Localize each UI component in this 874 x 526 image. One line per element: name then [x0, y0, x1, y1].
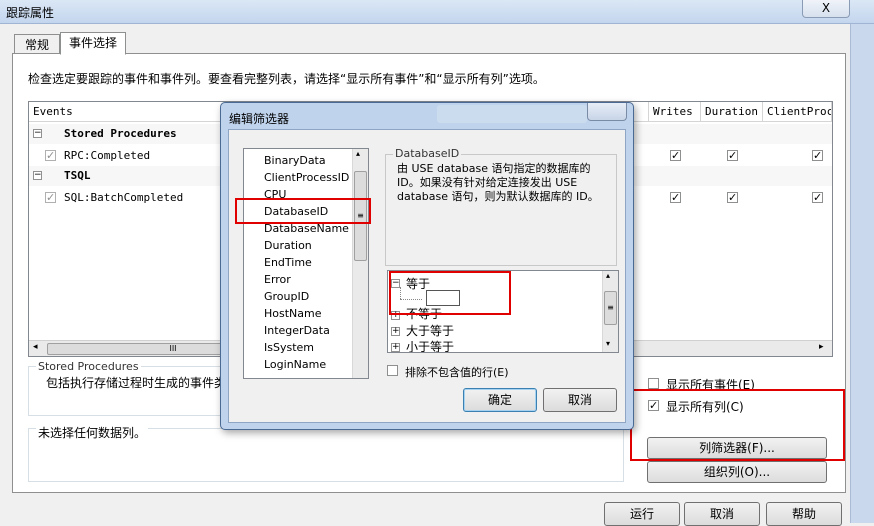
highlight-box-columns: [630, 389, 845, 461]
list-item[interactable]: IntegerData: [264, 324, 330, 337]
dialog-title: 编辑筛选器: [229, 112, 290, 126]
list-item[interactable]: GroupID: [264, 290, 309, 303]
list-item[interactable]: Duration: [264, 239, 312, 252]
column-description-text: 未选择任何数据列。: [36, 424, 149, 441]
expand-icon[interactable]: +: [391, 327, 400, 336]
event-description-text: 包括执行存储过程时生成的事件类: [46, 376, 227, 390]
tree-node-greater-equal[interactable]: 大于等于: [406, 322, 454, 339]
list-item[interactable]: ClientProcessID: [264, 171, 349, 184]
tree-scrollbar[interactable]: ▴ ≡ ▾: [602, 271, 618, 352]
window-frame-right: [850, 24, 874, 523]
scroll-right-icon[interactable]: ▸: [819, 342, 824, 352]
event-checkbox[interactable]: ✓: [45, 150, 56, 161]
help-button[interactable]: 帮助: [766, 502, 842, 526]
event-label: SQL:BatchCompleted: [64, 191, 184, 204]
window-titlebar: 跟踪属性: [0, 0, 874, 24]
list-item[interactable]: LoginName: [264, 358, 326, 371]
scroll-thumb[interactable]: ≡: [604, 291, 617, 325]
scroll-down-icon[interactable]: ▾: [606, 339, 610, 348]
column-checkbox-duration[interactable]: ✓: [727, 192, 738, 203]
event-label: RPC:Completed: [64, 149, 151, 162]
column-checkbox-clientproc[interactable]: ✓: [812, 150, 823, 161]
highlight-box-equals: [389, 271, 511, 315]
list-item[interactable]: HostName: [264, 307, 322, 320]
highlight-box-databaseid: [235, 198, 371, 224]
column-info-title: DatabaseID: [393, 147, 462, 160]
column-header-duration[interactable]: Duration: [701, 102, 763, 122]
close-button[interactable]: X: [802, 0, 850, 18]
exclude-nulls-checkbox[interactable]: [387, 365, 398, 376]
column-checkbox-clientproc[interactable]: ✓: [812, 192, 823, 203]
edit-filter-dialog: 编辑筛选器 BinaryData ClientProcessID CPU Dat…: [220, 102, 634, 430]
cancel-button[interactable]: 取消: [684, 502, 760, 526]
scroll-left-icon[interactable]: ◂: [33, 342, 38, 352]
ok-button[interactable]: 确定: [463, 388, 537, 412]
collapse-icon[interactable]: −: [33, 171, 42, 180]
organize-columns-button[interactable]: 组织列(O)...: [647, 461, 827, 483]
show-all-events-checkbox[interactable]: [648, 378, 659, 389]
column-info-text: 由 USE database 语句指定的数据库的 ID。如果没有针对给定连接发出…: [397, 162, 599, 203]
list-item[interactable]: BinaryData: [264, 154, 326, 167]
expand-icon[interactable]: +: [391, 343, 400, 352]
category-label: TSQL: [64, 169, 91, 182]
collapse-icon[interactable]: −: [33, 129, 42, 138]
column-header-clientproc[interactable]: ClientProc: [763, 102, 832, 122]
page-description: 检查选定要跟踪的事件和事件列。要查看完整列表，请选择“显示所有事件”和“显示所有…: [28, 72, 545, 86]
dialog-close-button[interactable]: [587, 103, 627, 121]
column-checkbox-writes[interactable]: ✓: [670, 192, 681, 203]
scroll-up-icon[interactable]: ▴: [606, 271, 610, 280]
close-icon: X: [821, 1, 831, 15]
tab-event-selection[interactable]: 事件选择: [60, 32, 126, 55]
list-scrollbar[interactable]: ▴ ≡: [352, 149, 368, 378]
exclude-nulls-label: 排除不包含值的行(E): [405, 366, 509, 379]
window-title: 跟踪属性: [6, 6, 55, 20]
tab-general[interactable]: 常规: [14, 34, 60, 54]
titlebar-blur: [437, 105, 587, 123]
column-checkbox-duration[interactable]: ✓: [727, 150, 738, 161]
exclude-nulls-option[interactable]: 排除不包含值的行(E): [387, 363, 587, 379]
list-item[interactable]: IsSystem: [264, 341, 314, 354]
event-description-title: Stored Procedures: [36, 360, 141, 373]
dialog-body: BinaryData ClientProcessID CPU DatabaseI…: [228, 129, 626, 423]
tree-node-less-equal[interactable]: 小于等于: [406, 338, 454, 352]
dialog-cancel-button[interactable]: 取消: [543, 388, 617, 412]
list-item[interactable]: EndTime: [264, 256, 312, 269]
scroll-up-icon[interactable]: ▴: [356, 149, 360, 158]
filter-column-list[interactable]: BinaryData ClientProcessID CPU DatabaseI…: [243, 148, 369, 379]
list-item[interactable]: Error: [264, 273, 291, 286]
category-label: Stored Procedures: [64, 127, 177, 140]
event-checkbox[interactable]: ✓: [45, 192, 56, 203]
run-button[interactable]: 运行: [604, 502, 680, 526]
column-header-writes[interactable]: Writes: [649, 102, 701, 122]
column-checkbox-writes[interactable]: ✓: [670, 150, 681, 161]
